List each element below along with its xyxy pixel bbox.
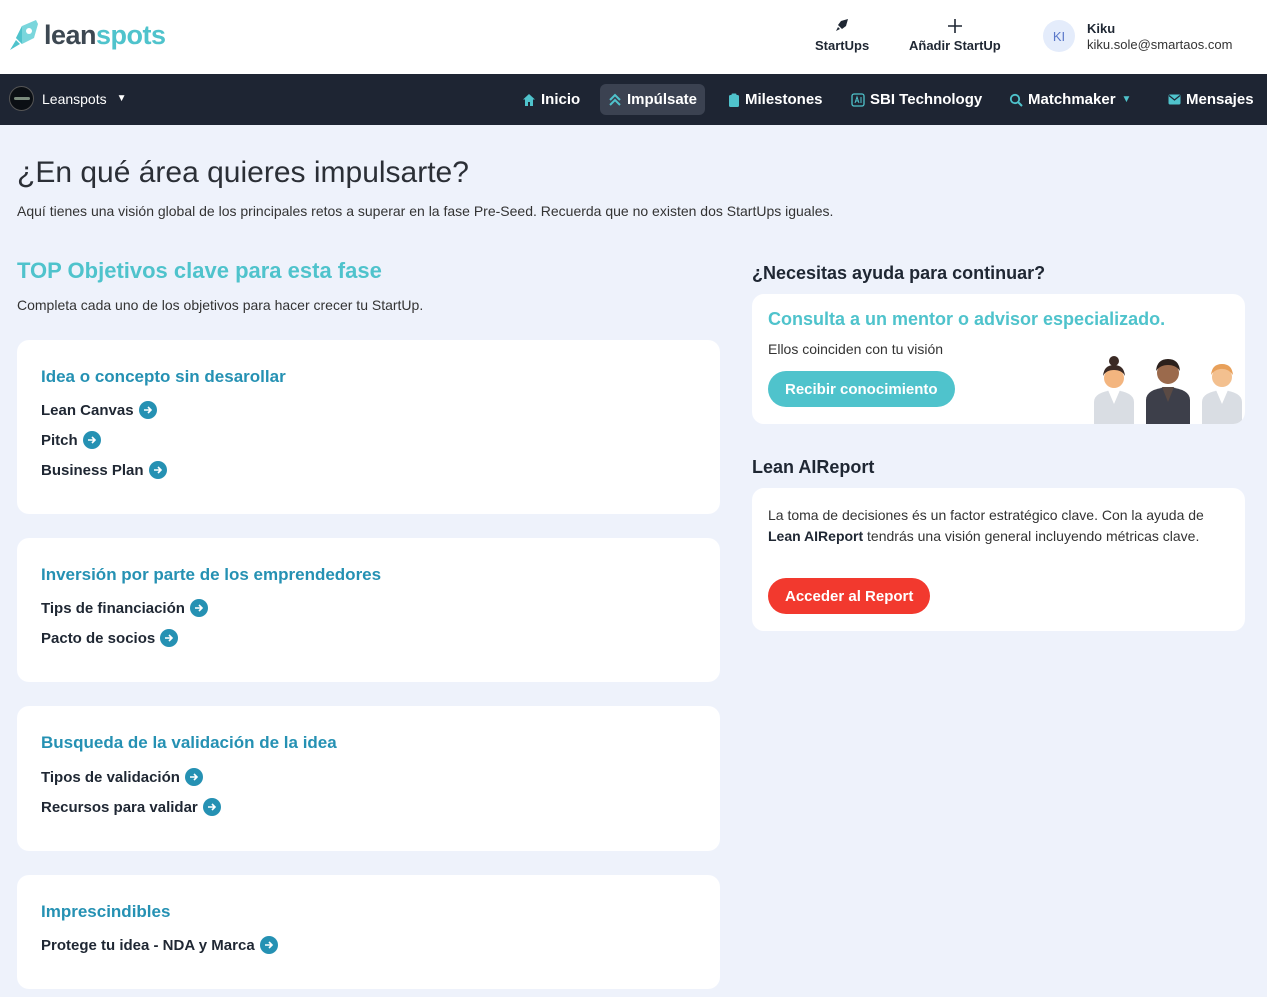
caret-down-icon: ▼ [116,93,127,104]
arrow-right-icon [259,936,278,954]
rocket-logo-icon [10,20,38,50]
user-menu[interactable]: KI Kiku kiku.sole@smartaos.com [1043,20,1232,52]
startup-logo-icon [9,86,34,111]
user-info: Kiku kiku.sole@smartaos.com [1087,21,1232,52]
page-title: ¿En qué área quieres impulsarte? [17,156,469,189]
recibir-conocimiento-button[interactable]: Recibir conocimiento [768,371,955,407]
logo-spots: spots [96,19,166,50]
add-startup-label: Añadir StartUp [909,38,1001,53]
nav-item-label: SBI Technology [870,91,983,108]
nav-item-label: Impúlsate [627,91,698,108]
help-title: ¿Necesitas ayuda para continuar? [752,263,1046,283]
link-lean-canvas[interactable]: Lean Canvas [41,401,157,419]
link-tipos-validacion[interactable]: Tipos de validación [41,768,203,786]
card-title: Imprescindibles [41,902,171,921]
link-label: Tipos de validación [41,768,180,786]
plus-icon [909,18,1001,36]
link-tips-financiacion[interactable]: Tips de financiación [41,599,208,617]
link-label: Lean Canvas [41,401,134,419]
card-title: Busqueda de la validación de la idea [41,733,337,752]
home-icon [522,93,536,107]
user-name: Kiku [1087,20,1116,36]
nav-item-mensajes[interactable]: Mensajes [1160,84,1262,115]
chevrons-up-icon [608,93,622,107]
link-label: Pacto de socios [41,629,156,647]
objective-card: Busqueda de la validación de la idea Tip… [17,706,720,851]
nav-item-sbi-technology[interactable]: SBI Technology [843,84,990,115]
logo-lean: lean [44,19,97,50]
arrow-right-icon [202,798,221,816]
nav-item-matchmaker[interactable]: Matchmaker ▼ [1001,84,1139,115]
report-card: La toma de decisiones és un factor estra… [752,488,1245,631]
nav-item-impulsate[interactable]: Impúlsate [600,84,706,115]
link-protege-idea[interactable]: Protege tu idea - NDA y Marca [41,936,278,954]
report-text-bold: Lean AIReport [768,528,864,544]
nav-item-label: Milestones [745,91,823,108]
arrow-right-icon [148,461,167,479]
objective-card: Imprescindibles Protege tu idea - NDA y … [17,875,720,989]
link-business-plan[interactable]: Business Plan [41,461,167,479]
link-recursos-validar[interactable]: Recursos para validar [41,798,221,816]
startup-selector[interactable]: Leanspots ▼ [9,86,127,111]
nav-item-inicio[interactable]: Inicio [514,84,588,115]
report-text-part: tendrás una visión general incluyendo mé… [863,528,1200,544]
leanspots-logo[interactable]: leanspots [8,18,166,52]
ai-chip-icon [851,92,865,107]
card-title: Idea o concepto sin desarollar [41,367,286,386]
link-pacto-socios[interactable]: Pacto de socios [41,629,179,647]
startups-button[interactable]: StartUps [815,18,869,53]
logo-text: leanspots [44,20,166,51]
startup-name: Leanspots [42,90,107,107]
avatar: KI [1043,20,1075,52]
link-label: Pitch [41,431,78,449]
mentor-card: Consulta a un mentor o advisor especiali… [752,294,1245,424]
add-startup-button[interactable]: Añadir StartUp [909,18,1001,53]
link-label: Business Plan [41,461,144,479]
arrow-right-icon [189,599,208,617]
top-header: leanspots StartUps Añadir StartUp KI Kik… [0,0,1267,74]
nav-item-label: Matchmaker [1028,91,1116,108]
search-icon [1009,93,1023,107]
user-email: kiku.sole@smartaos.com [1087,36,1233,52]
mentor-card-title: Consulta a un mentor o advisor especiali… [768,309,1166,329]
startups-label: StartUps [815,38,870,53]
section-title: TOP Objetivos clave para esta fase [17,258,382,283]
caret-down-icon: ▼ [1121,94,1132,105]
arrow-right-icon [160,629,179,647]
report-text-part: La toma de decisiones és un factor estra… [768,507,1204,523]
objective-card: Idea o concepto sin desarollar Lean Canv… [17,340,720,514]
link-label: Protege tu idea - NDA y Marca [41,936,255,954]
link-label: Recursos para validar [41,798,198,816]
page-subtitle: Aquí tienes una visión global de los pri… [17,203,834,219]
arrow-right-icon [138,401,157,419]
report-description: La toma de decisiones és un factor estra… [768,505,1208,547]
objective-card: Inversión por parte de los emprendedores… [17,538,720,682]
acceder-report-button[interactable]: Acceder al Report [768,578,931,614]
report-title: Lean AIReport [752,457,875,477]
clipboard-icon [728,93,740,107]
link-pitch[interactable]: Pitch [41,431,101,449]
link-label: Tips de financiación [41,599,185,617]
nav-item-milestones[interactable]: Milestones [720,84,831,115]
mentors-illustration [1094,356,1242,424]
main-navbar: Leanspots ▼ Inicio Impúlsate Milestones … [0,74,1267,125]
arrow-right-icon [82,431,101,449]
mentor-card-subtitle: Ellos coinciden con tu visión [768,341,944,357]
card-title: Inversión por parte de los emprendedores [41,565,382,584]
nav-item-label: Mensajes [1186,91,1254,108]
arrow-right-icon [184,768,203,786]
rocket-icon [815,18,869,36]
mail-icon [1168,94,1181,105]
nav-item-label: Inicio [541,91,581,108]
section-subtitle: Completa cada uno de los objetivos para … [17,297,424,313]
